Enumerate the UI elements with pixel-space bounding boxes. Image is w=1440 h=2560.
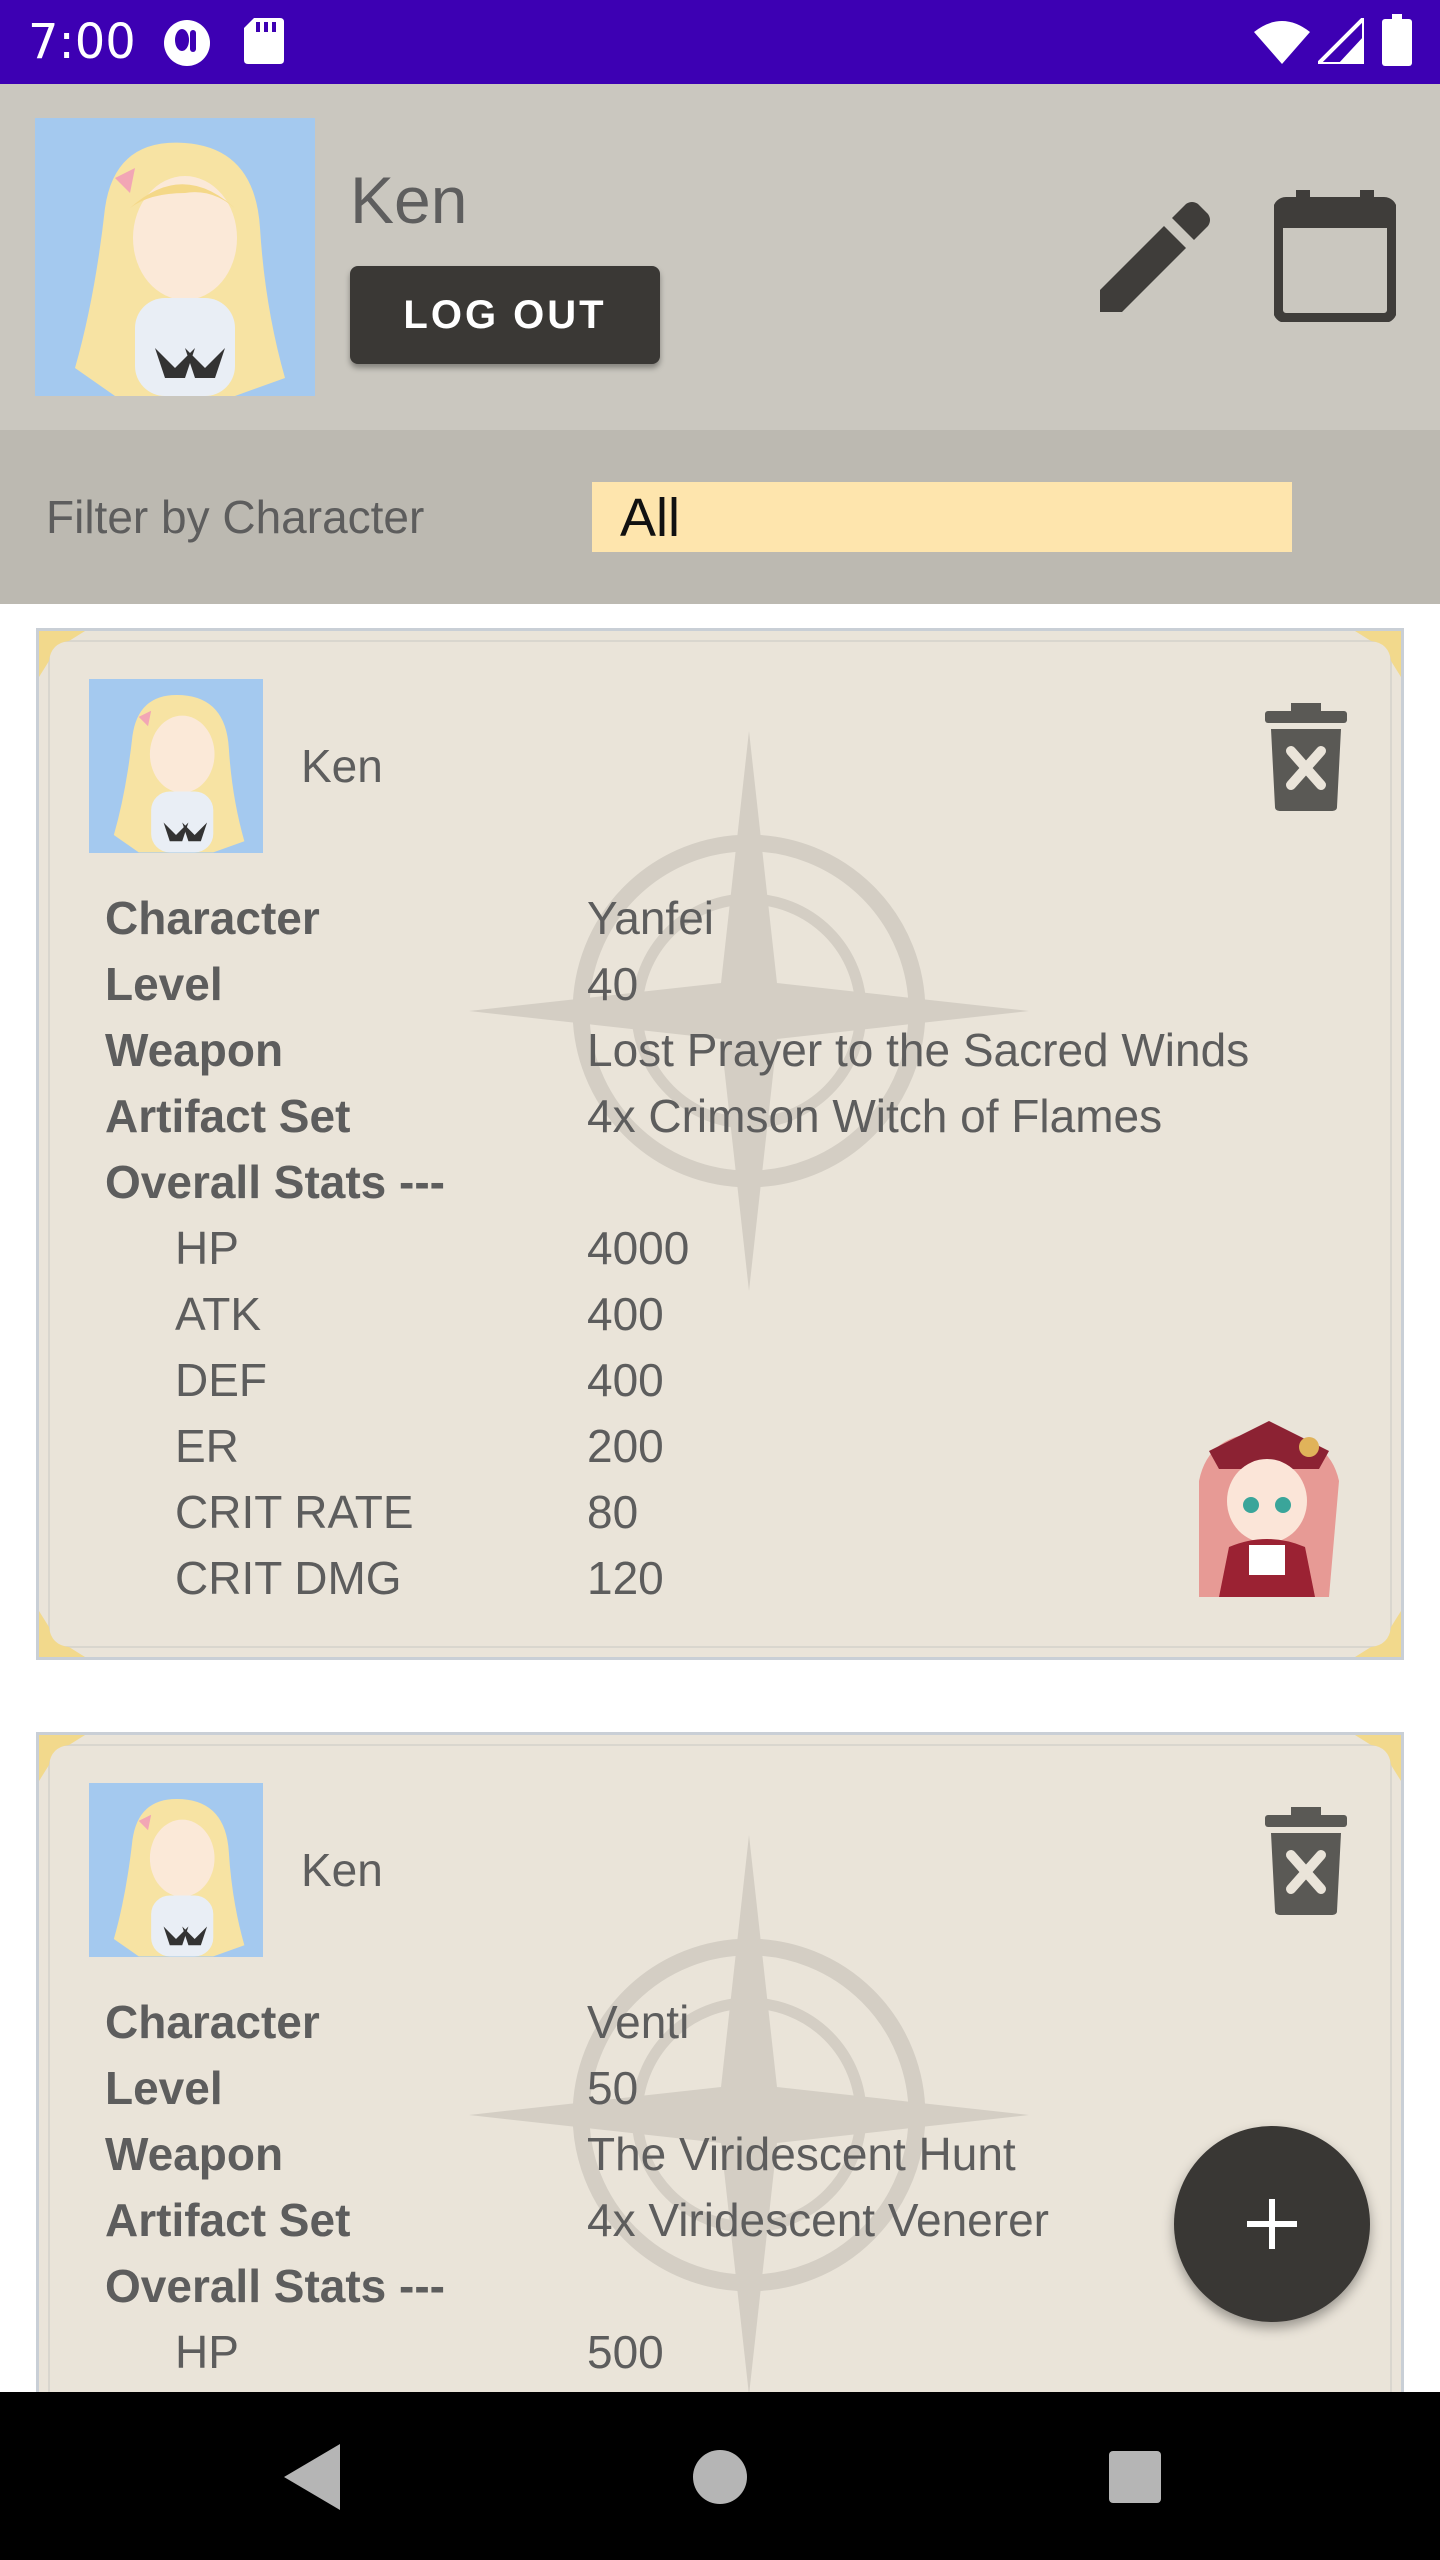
avatar-portrait-image <box>75 142 285 396</box>
plus-icon <box>1247 2199 1297 2249</box>
stat-row-er: ER 200 <box>105 1413 1249 1479</box>
character-portrait-image <box>1199 1421 1339 1597</box>
stat-value: Lost Prayer to the Sacred Winds <box>587 1024 1250 1076</box>
stat-label: Overall Stats --- <box>105 1156 445 1208</box>
back-icon[interactable] <box>270 2432 360 2522</box>
avatar[interactable] <box>35 118 315 396</box>
stat-label: Weapon <box>105 1024 284 1076</box>
stat-label: Overall Stats --- <box>105 2260 445 2312</box>
logout-button[interactable]: LOG OUT <box>350 266 660 364</box>
stat-row-weapon: Weapon The Viridescent Hunt <box>105 2121 1049 2187</box>
stat-value: 4x Crimson Witch of Flames <box>587 1090 1163 1142</box>
stat-label: HP <box>175 2326 239 2378</box>
stat-value: 500 <box>587 2326 664 2378</box>
stat-value: The Viridescent Hunt <box>587 2128 1016 2180</box>
stat-row-character: Character Yanfei <box>105 885 1249 951</box>
sd-card-icon <box>244 18 284 64</box>
stat-row-crit-dmg: CRIT DMG 120 <box>105 1545 1249 1611</box>
stat-value: 40 <box>587 958 639 1010</box>
stat-label: Artifact Set <box>105 2194 351 2246</box>
cell-signal-icon <box>1318 18 1364 64</box>
delete-icon[interactable] <box>1265 1807 1347 1915</box>
calendar-icon[interactable] <box>1274 190 1396 322</box>
stat-row-weapon: Weapon Lost Prayer to the Sacred Winds <box>105 1017 1249 1083</box>
stat-label: Artifact Set <box>105 1090 351 1142</box>
character-filter-dropdown[interactable]: All <box>592 482 1292 552</box>
stat-label: Character <box>105 892 320 944</box>
stat-label: CRIT DMG <box>175 1552 402 1604</box>
profile-username: Ken <box>350 163 468 237</box>
stat-row-overall-header: Overall Stats --- <box>105 2253 1049 2319</box>
pencil-icon[interactable] <box>1100 202 1210 312</box>
filter-row: Filter by Character All <box>0 430 1440 604</box>
add-build-button[interactable] <box>1174 2126 1370 2322</box>
corner-ornament-icon <box>1355 631 1401 677</box>
card-avatar <box>89 1783 263 1957</box>
stat-label: Level <box>105 958 223 1010</box>
stat-value: 400 <box>587 1354 664 1406</box>
stat-table: Character Venti Level 50 Weapon The Virides… <box>105 1989 1049 2385</box>
stat-value: 50 <box>587 2062 639 2114</box>
card-username: Ken <box>301 1844 383 1896</box>
avatar-portrait-image <box>113 694 245 853</box>
stat-value: 4000 <box>587 1222 690 1274</box>
corner-ornament-icon <box>1355 1611 1401 1657</box>
build-card: Ken Character Venti Level 50 Weapon The Vir… <box>36 1732 1404 2452</box>
stat-label: CRIT RATE <box>175 1486 414 1538</box>
corner-ornament-icon <box>39 1735 85 1781</box>
stat-value: 120 <box>587 1552 664 1604</box>
stat-value: Yanfei <box>587 892 715 944</box>
stat-value: 4x Viridescent Venerer <box>587 2194 1049 2246</box>
corner-ornament-icon <box>39 631 85 677</box>
battery-icon <box>1382 14 1412 66</box>
card-username: Ken <box>301 740 383 792</box>
stat-row-hp: HP 500 <box>105 2319 1049 2385</box>
profile-circle-icon <box>164 20 210 66</box>
wifi-icon <box>1254 21 1310 64</box>
status-time: 7:00 <box>28 14 136 70</box>
stat-value: Venti <box>587 1996 690 2048</box>
delete-icon[interactable] <box>1265 703 1347 811</box>
stat-label: HP <box>175 1222 239 1274</box>
filter-label: Filter by Character <box>46 491 425 543</box>
system-nav-bar <box>0 2392 1440 2560</box>
stat-row-overall-header: Overall Stats --- <box>105 1149 1249 1215</box>
stat-row-hp: HP 4000 <box>105 1215 1249 1281</box>
status-bar: 7:00 <box>0 0 1440 84</box>
stat-label: ATK <box>175 1288 262 1340</box>
recents-icon[interactable] <box>1090 2432 1180 2522</box>
profile-header: Ken LOG OUT <box>0 84 1440 430</box>
stat-label: Level <box>105 2062 223 2114</box>
stat-row-def: DEF 400 <box>105 1347 1249 1413</box>
stat-table: Character Yanfei Level 40 Weapon Lost Praye… <box>105 885 1249 1611</box>
stat-row-character: Character Venti <box>105 1989 1049 2055</box>
stat-value: 400 <box>587 1288 664 1340</box>
avatar-portrait-image <box>113 1798 245 1957</box>
stat-row-level: Level 40 <box>105 951 1249 1017</box>
stat-row-artifact-set: Artifact Set 4x Viridescent Venerer <box>105 2187 1049 2253</box>
home-icon[interactable] <box>675 2432 765 2522</box>
card-avatar <box>89 679 263 853</box>
stat-row-atk: ATK 400 <box>105 1281 1249 1347</box>
stat-row-artifact-set: Artifact Set 4x Crimson Witch of Flames <box>105 1083 1249 1149</box>
corner-ornament-icon <box>1355 1735 1401 1781</box>
stat-label: ER <box>175 1420 239 1472</box>
stat-row-level: Level 50 <box>105 2055 1049 2121</box>
stat-value: 200 <box>587 1420 664 1472</box>
build-card: Ken Character Yanfei Level 40 Weapon Lost P… <box>36 628 1404 1660</box>
stat-label: DEF <box>175 1354 267 1406</box>
stat-label: Character <box>105 1996 320 2048</box>
stat-label: Weapon <box>105 2128 284 2180</box>
corner-ornament-icon <box>39 1611 85 1657</box>
stat-row-crit-rate: CRIT RATE 80 <box>105 1479 1249 1545</box>
stat-value: 80 <box>587 1486 639 1538</box>
